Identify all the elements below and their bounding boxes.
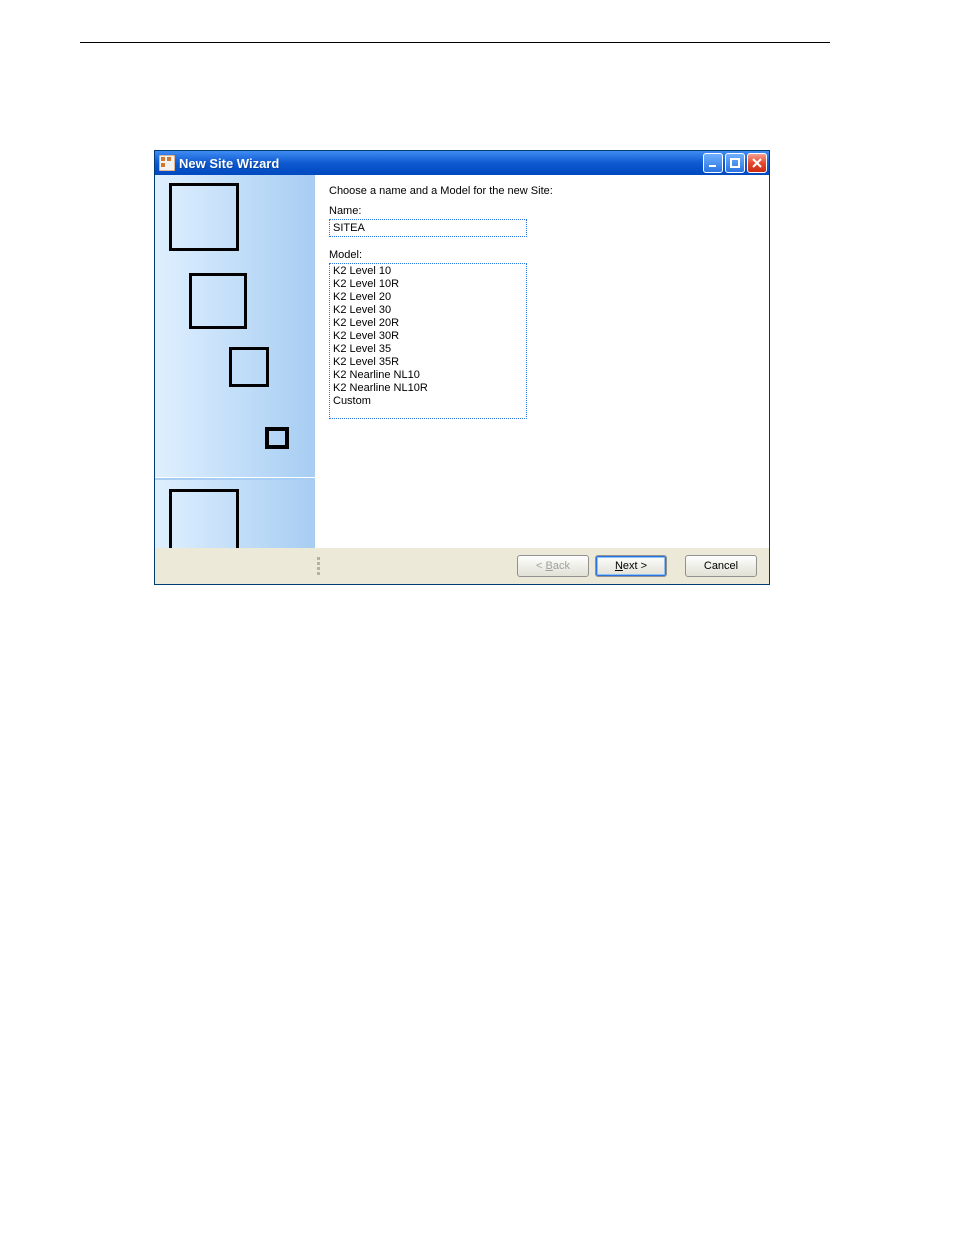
model-list-item[interactable]: K2 Level 30R [333,330,523,343]
model-list-item[interactable]: K2 Level 30 [333,304,523,317]
prompt-label: Choose a name and a Model for the new Si… [329,185,755,197]
client-area: Choose a name and a Model for the new Si… [155,175,769,584]
sidebar-separator [155,477,315,480]
decorative-box-icon [265,427,289,449]
maximize-button[interactable] [725,153,745,173]
model-list-item[interactable]: K2 Level 35 [333,343,523,356]
titlebar[interactable]: New Site Wizard [155,151,769,175]
page-horizontal-rule [80,42,830,43]
name-label: Name: [329,205,755,217]
model-list-item[interactable]: K2 Level 10R [333,278,523,291]
model-list-item[interactable]: K2 Nearline NL10R [333,382,523,395]
wizard-sidebar [155,175,315,584]
wizard-button-bar: < Back Next > Cancel [155,548,769,584]
model-list-item[interactable]: K2 Level 20 [333,291,523,304]
close-button[interactable] [747,153,767,173]
wizard-content: Choose a name and a Model for the new Si… [315,175,769,548]
next-button[interactable]: Next > [595,555,667,577]
model-list-item[interactable]: Custom [333,395,523,408]
decorative-box-icon [169,489,239,557]
model-label: Model: [329,249,755,261]
decorative-box-icon [169,183,239,251]
model-list-item[interactable]: K2 Nearline NL10 [333,369,523,382]
model-list-item[interactable]: K2 Level 35R [333,356,523,369]
new-site-wizard-window: New Site Wizard Ch [154,150,770,585]
window-buttons [703,153,767,173]
model-list-item[interactable]: K2 Level 20R [333,317,523,330]
minimize-button[interactable] [703,153,723,173]
decorative-box-icon [189,273,247,329]
decorative-box-icon [229,347,269,387]
model-list-item[interactable]: K2 Level 10 [333,265,523,278]
cancel-button[interactable]: Cancel [685,555,757,577]
back-button: < Back [517,555,589,577]
resize-grip [315,548,321,584]
app-icon [159,155,175,171]
window-title: New Site Wizard [179,156,703,171]
site-name-input[interactable] [329,219,527,237]
model-listbox[interactable]: K2 Level 10K2 Level 10RK2 Level 20K2 Lev… [329,263,527,419]
